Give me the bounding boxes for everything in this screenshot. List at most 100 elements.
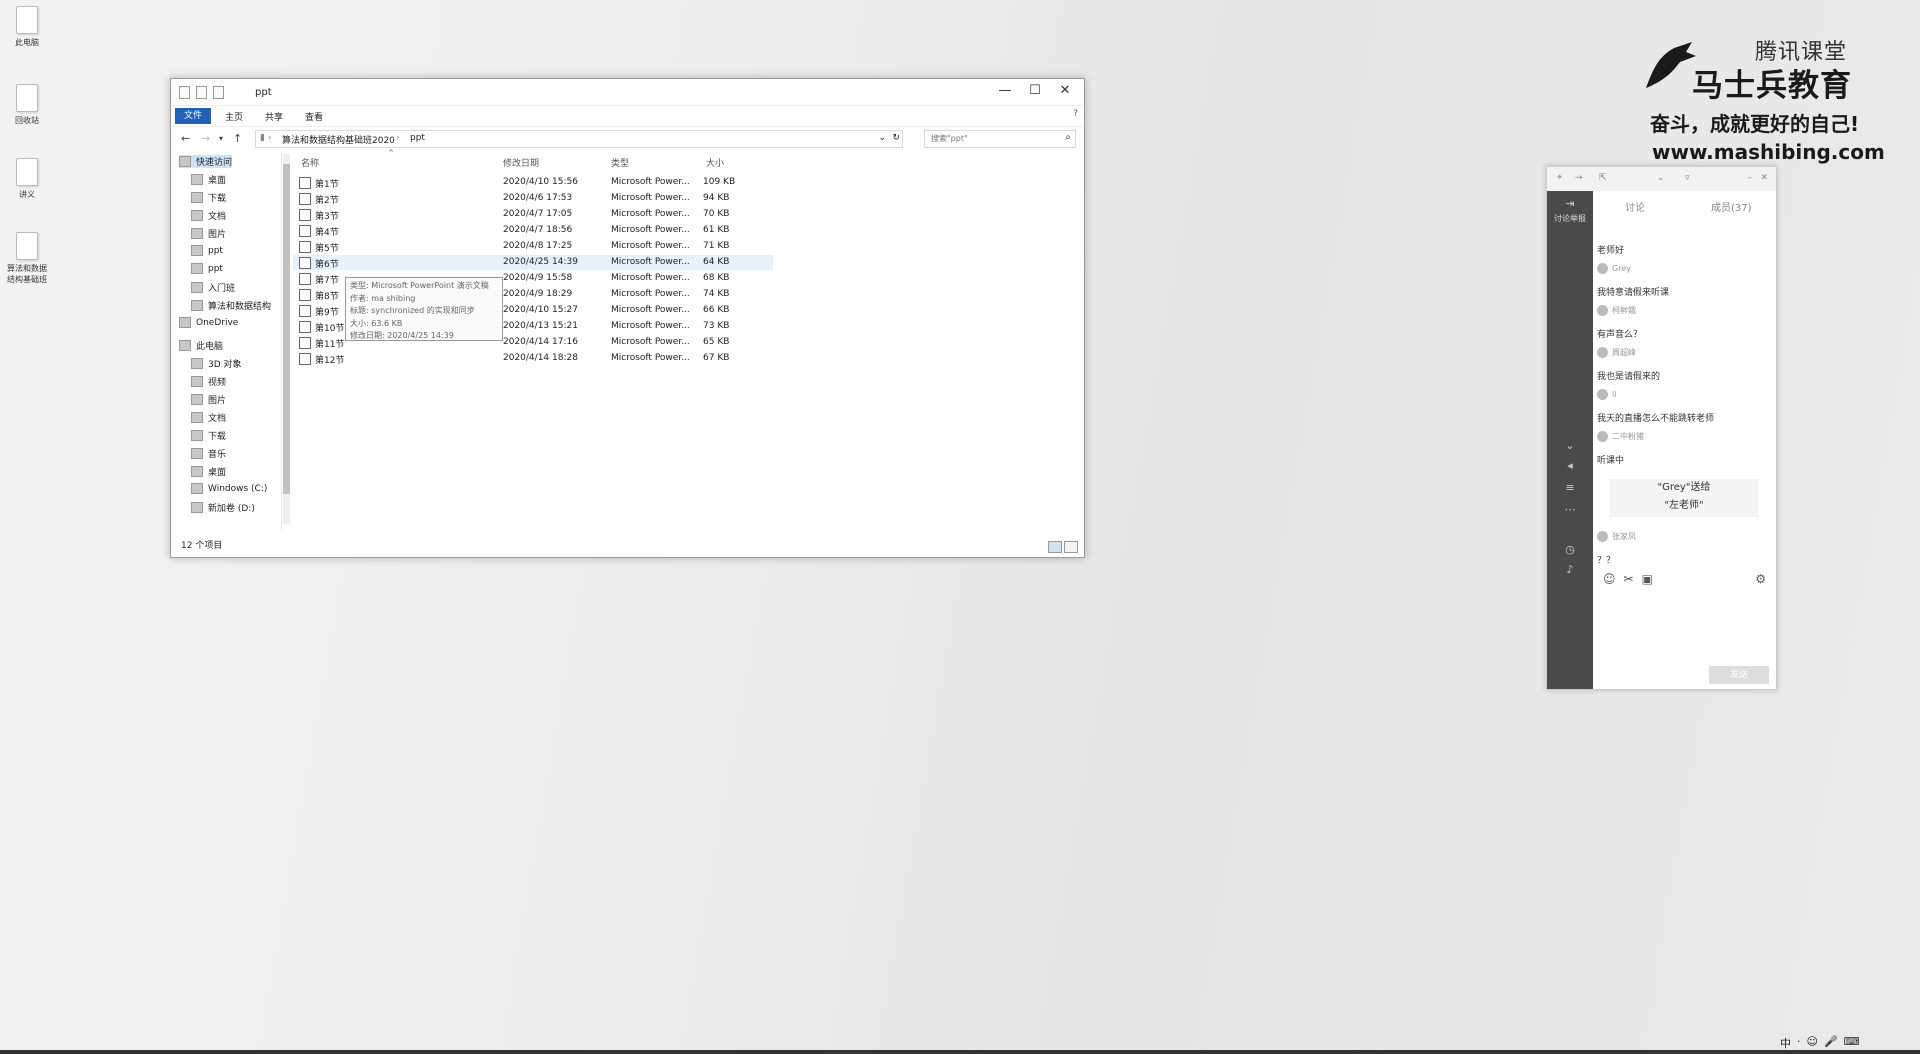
sidebar-item[interactable]: ppt [191,263,223,274]
column-header-date[interactable]: 修改日期 [503,156,539,169]
column-header-size[interactable]: 大小 [706,156,724,169]
sidebar-item[interactable]: 3D 对象 [191,357,242,370]
collapse-icon[interactable]: ⌄ [1563,439,1577,452]
sidebar-item[interactable]: 快速访问 [179,155,233,168]
recent-locations-icon[interactable]: ▾ [219,134,223,143]
up-arrow-icon[interactable]: ↑ [233,132,242,145]
sidebar-item[interactable]: 桌面 [191,173,226,186]
close-button[interactable]: ✕ [1054,83,1076,98]
sidebar-item[interactable]: 下载 [191,429,226,442]
desktop-icon-notes[interactable]: 讲义 [4,158,50,200]
sidebar-item[interactable]: 视频 [191,375,226,388]
close-icon[interactable]: ✕ [1760,173,1768,183]
desktop-icon-course-folder[interactable]: 算法和数据结构基础班 [4,232,50,285]
tab-home[interactable]: 主页 [225,110,243,123]
emoji-icon[interactable]: ☺ [1807,1035,1818,1051]
folder-icon [191,448,203,459]
dropdown-icon[interactable]: ⌄ [1657,173,1665,183]
title-bar[interactable]: ppt — ☐ ✕ [171,79,1084,106]
properties-icon[interactable] [196,86,207,99]
sidebar-item[interactable]: ppt [191,245,223,256]
system-tray: 中 · ☺ 🎤 ⌨ [1780,1035,1860,1051]
tab-view[interactable]: 查看 [305,110,323,123]
image-icon[interactable]: ▣ [1642,572,1653,586]
sidebar-item[interactable]: 算法和数据结构 [191,299,271,312]
sidebar-item[interactable]: 桌面 [191,465,226,478]
column-header-name[interactable]: 名称 [301,156,319,169]
sidebar-item-label: ppt [208,245,223,256]
address-dropdown-icon[interactable]: ⌄ [878,133,886,143]
column-header-type[interactable]: 类型 [611,156,629,169]
sidebar-item[interactable]: Windows (C:) [191,483,267,494]
ppt-file-icon [299,177,311,189]
file-row[interactable]: 第4节 2020/4/7 18:56 Microsoft Power... 61 KB [293,223,773,238]
sidebar-item[interactable]: 图片 [191,393,226,406]
timer-icon[interactable]: ◷ [1563,543,1577,556]
pin-icon[interactable]: ⌖ [1557,173,1562,183]
help-icon[interactable]: ? [1073,109,1078,119]
computer-icon [16,6,38,34]
file-row[interactable]: 第2节 2020/4/6 17:53 Microsoft Power... 94 KB [293,191,773,206]
ime-chinese-icon[interactable]: 中 [1780,1035,1791,1051]
sidebar-item[interactable]: 新加卷 (D:) [191,501,255,514]
minimize-button[interactable]: — [994,83,1016,98]
mic-icon[interactable]: ♪ [1563,563,1577,576]
sidebar-item[interactable]: 下载 [191,191,226,204]
desktop-icon-this-pc[interactable]: 此电脑 [4,6,50,48]
address-bar[interactable]: ▮ › 算法和数据结构基础班2020 › ppt ⌄ ↻ [255,130,903,148]
file-row[interactable]: 第3节 2020/4/7 17:05 Microsoft Power... 70 KB [293,207,773,222]
file-date: 2020/4/9 18:29 [503,289,573,299]
search-input[interactable]: 搜索"ppt" ⌕ [924,130,1076,148]
back-arrow-icon[interactable]: ← [181,132,190,145]
sidebar-item[interactable]: 图片 [191,227,226,240]
tab-members[interactable]: 成员(37) [1711,199,1752,214]
speaker-icon[interactable]: ◂ [1563,459,1577,472]
send-button[interactable]: 发送 [1709,666,1769,684]
microphone-icon[interactable]: 🎤 [1824,1035,1838,1051]
minimize-icon[interactable]: – [1748,173,1753,183]
search-icon[interactable]: ⌕ [1065,132,1071,143]
gift-icon[interactable]: ▿ [1685,173,1690,183]
forward-icon[interactable]: → [1575,173,1583,183]
tab-file[interactable]: 文件 [175,108,211,124]
details-view-icon[interactable] [1048,541,1062,553]
navigation-scrollbar[interactable] [283,154,290,524]
file-row[interactable]: 第1节 2020/4/10 15:56 Microsoft Power... 109 … [293,175,773,190]
sidebar-item[interactable]: OneDrive [179,317,238,328]
more-icon[interactable]: ⋯ [1563,503,1577,516]
scissors-icon[interactable]: ✂ [1624,572,1634,586]
forward-arrow-icon[interactable]: → [201,132,210,145]
breadcrumb-item[interactable]: ppt [410,133,425,143]
sidebar-item[interactable]: 文档 [191,411,226,424]
refresh-icon[interactable]: ↻ [892,133,900,143]
punctuation-icon[interactable]: · [1797,1035,1801,1051]
file-row[interactable]: 第6节 2020/4/25 14:39 Microsoft Power... 64 K… [293,255,773,270]
folder-icon [191,245,203,256]
settings-sliders-icon[interactable]: ≡ [1563,481,1577,494]
keyboard-icon[interactable]: ⌨ [1844,1035,1860,1051]
sidebar-item[interactable]: 音乐 [191,447,226,460]
gear-icon[interactable]: ⚙ [1755,572,1766,586]
large-icons-view-icon[interactable] [1064,541,1078,553]
sidebar-item[interactable]: 文档 [191,209,226,222]
file-row[interactable]: 第5节 2020/4/8 17:25 Microsoft Power... 71 KB [293,239,773,254]
chat-panel: ⌖ → ⇱ ⌄ ▿ – ✕ ⇥ 讨论举报 ⌄ ◂ ≡ ⋯ ◷ ♪ 讨论 成员(3… [1546,166,1777,690]
sidebar-item-label: 算法和数据结构 [208,302,272,312]
scrollbar-thumb[interactable] [283,164,290,494]
sidebar-item[interactable]: 此电脑 [179,339,223,352]
new-folder-icon[interactable] [213,86,224,99]
tab-share[interactable]: 共享 [265,110,283,123]
file-row[interactable]: 第12节 2020/4/14 18:28 Microsoft Power... 67 … [293,351,773,366]
chat-title-bar[interactable]: ⌖ → ⇱ ⌄ ▿ – ✕ [1547,167,1776,191]
sidebar-item[interactable]: 入门班 [191,281,235,294]
maximize-button[interactable]: ☐ [1024,83,1046,98]
file-type: Microsoft Power... [611,289,690,299]
popout-icon[interactable]: ⇱ [1599,173,1607,183]
tab-discuss[interactable]: 讨论 [1625,199,1645,214]
desktop-icon-recycle-bin[interactable]: 回收站 [4,84,50,126]
emoji-icon[interactable]: ☺ [1603,572,1616,586]
breadcrumb-item[interactable]: 算法和数据结构基础班2020 [282,133,395,146]
file-size: 71 KB [703,241,730,251]
chat-message: 我天的直播怎么不能跳转老师 [1597,414,1715,424]
share-screen-icon[interactable]: ⇥ [1563,197,1577,210]
